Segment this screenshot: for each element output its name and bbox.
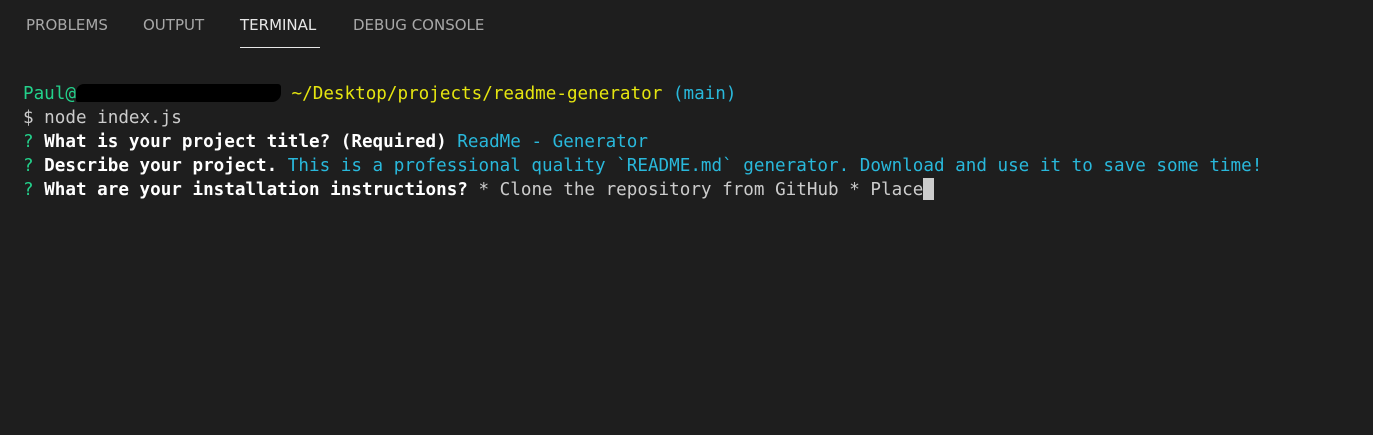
panel-tab-bar: PROBLEMS OUTPUT TERMINAL DEBUG CONSOLE [0,0,1373,52]
question-text: What is your project title? (Required) [33,132,447,152]
tab-problems[interactable]: PROBLEMS [26,15,108,35]
text-cursor [923,178,935,200]
prompt-user: Paul@ [23,84,76,104]
question-mark: ? [23,156,34,176]
prompt-path: ~/Desktop/projects/readme-generator [280,84,663,104]
question-mark: ? [23,180,34,200]
tab-terminal[interactable]: TERMINAL [240,15,316,35]
question-text: What are your installation instructions? [33,180,468,200]
tab-output[interactable]: OUTPUT [143,15,204,35]
command-line: $ node index.js [23,108,182,128]
question-text: Describe your project. [33,156,278,176]
terminal-output[interactable]: Paul@ ~/Desktop/projects/readme-generato… [23,82,1363,202]
prompt-branch: (main) [662,84,737,104]
current-input[interactable]: * Clone the repository from GitHub * Pla… [468,180,923,200]
active-tab-indicator [240,47,320,48]
question-line-1: ? What is your project title? (Required)… [23,130,1363,154]
question-answer: ReadMe - Generator [446,132,648,152]
question-line-2: ? Describe your project. This is a profe… [23,154,1363,178]
terminal-panel: PROBLEMS OUTPUT TERMINAL DEBUG CONSOLE P… [0,0,1373,435]
redacted-hostname [75,84,281,102]
prompt-line: Paul@ ~/Desktop/projects/readme-generato… [23,82,1363,106]
tab-debug-console[interactable]: DEBUG CONSOLE [353,15,484,35]
question-answer: This is a professional quality `README.m… [277,156,1263,176]
question-line-3: ? What are your installation instruction… [23,178,1363,202]
question-mark: ? [23,132,34,152]
